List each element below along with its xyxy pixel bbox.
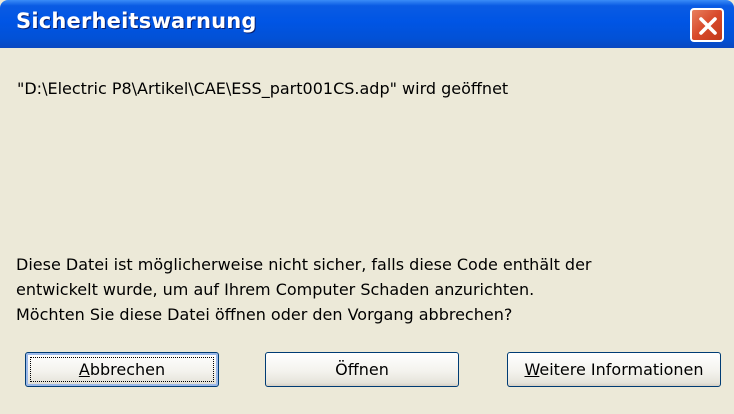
focus-rectangle xyxy=(30,357,214,382)
warning-line-2: entwickelt wurde, um auf Ihrem Computer … xyxy=(16,280,535,299)
open-button[interactable]: Öffnen xyxy=(265,352,459,387)
warning-line-1: Diese Datei ist möglicherweise nicht sic… xyxy=(16,255,592,274)
warning-line-3: Möchten Sie diese Datei öffnen oder den … xyxy=(16,305,513,324)
cancel-button[interactable]: Abbrechen xyxy=(25,352,219,387)
security-warning-text: Diese Datei ist möglicherweise nicht sic… xyxy=(16,252,592,327)
dialog-title: Sicherheitswarnung xyxy=(16,9,257,33)
more-info-button[interactable]: Weitere Informationen xyxy=(507,352,721,387)
file-open-message: "D:\Electric P8\Artikel\CAE\ESS_part001C… xyxy=(17,79,509,98)
more-info-accesskey: W xyxy=(524,360,540,379)
more-info-label-rest: eitere Informationen xyxy=(539,360,704,379)
close-icon xyxy=(699,17,717,35)
title-bar[interactable]: Sicherheitswarnung xyxy=(0,0,734,48)
more-info-button-label: Weitere Informationen xyxy=(524,360,703,379)
close-button[interactable] xyxy=(690,8,724,42)
open-button-label: Öffnen xyxy=(335,360,389,379)
